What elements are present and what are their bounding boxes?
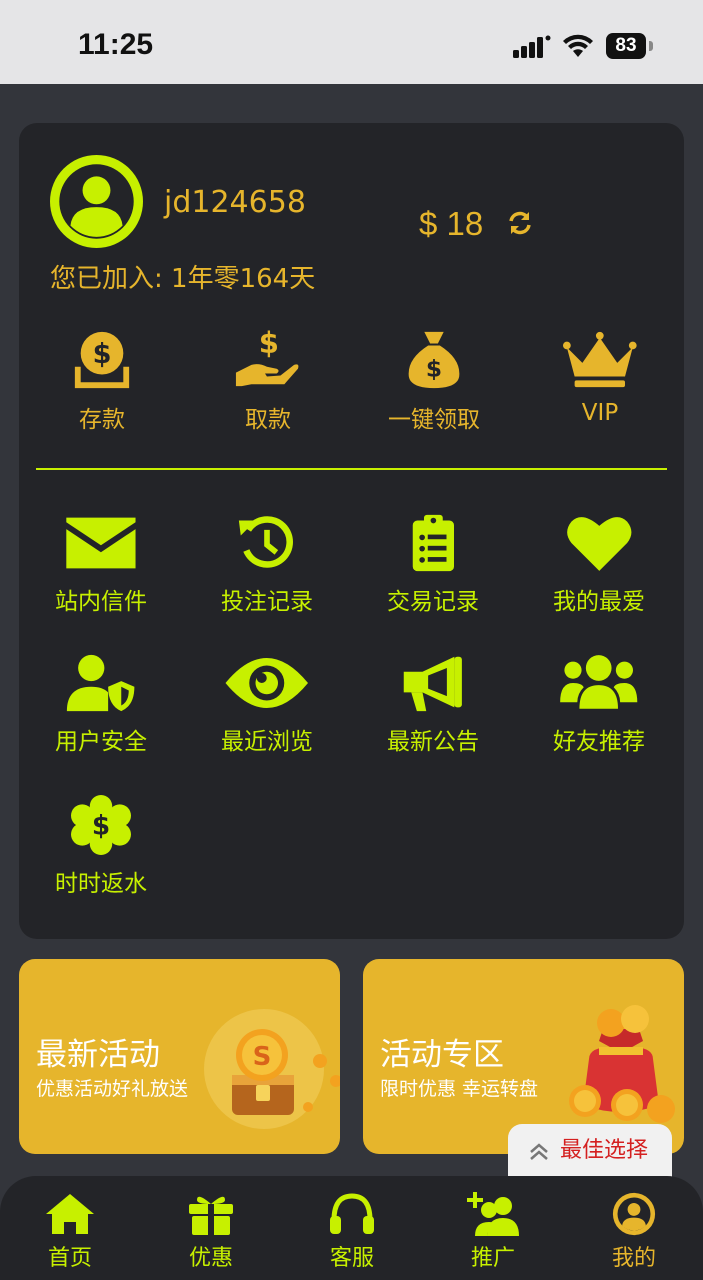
avatar-icon[interactable] <box>50 155 143 248</box>
profile-card: jd124658 您已加入: 1年零164天 $ 18 $ 存款 $ 取款 $ … <box>19 123 684 939</box>
user-circle-icon <box>612 1192 656 1236</box>
nav-profile-label: 我的 <box>611 1246 656 1271</box>
nav-referral-label: 推广 <box>470 1246 515 1271</box>
status-bar: 11:25 83 <box>0 0 703 84</box>
deposit-icon: $ <box>74 331 130 389</box>
announcements-button[interactable]: 最新公告 <box>358 653 508 756</box>
chevron-up-icon <box>530 1143 548 1160</box>
nav-home[interactable]: 首页 <box>25 1192 115 1272</box>
balance-amount: $ 18 <box>419 205 484 242</box>
section-divider <box>36 468 667 470</box>
withdraw-button[interactable]: $ 取款 <box>198 328 338 434</box>
eye-icon <box>225 658 309 708</box>
svg-text:$: $ <box>259 328 279 360</box>
vip-label: VIP <box>581 400 619 426</box>
treasure-chest-icon: S <box>204 1009 340 1129</box>
claim-all-label: 一键领取 <box>388 407 480 433</box>
user-shield-icon <box>67 654 135 712</box>
svg-text:$: $ <box>93 339 112 370</box>
svg-text:$: $ <box>92 811 110 841</box>
inbox-label: 站内信件 <box>55 589 147 615</box>
transaction-history-button[interactable]: 交易记录 <box>358 513 508 616</box>
favorites-label: 我的最爱 <box>553 589 645 615</box>
bet-history-label: 投注记录 <box>221 589 313 615</box>
transaction-history-label: 交易记录 <box>387 589 479 615</box>
svg-text:$: $ <box>426 355 442 382</box>
refer-friends-button[interactable]: 好友推荐 <box>524 653 674 756</box>
announcements-label: 最新公告 <box>387 729 479 755</box>
clipboard-icon <box>412 514 454 572</box>
heart-icon <box>566 517 632 571</box>
instant-rebate-button[interactable]: $ 时时返水 <box>26 795 176 898</box>
promo-title: 活动专区 <box>380 1037 504 1073</box>
nav-home-label: 首页 <box>47 1246 92 1271</box>
gift-icon <box>189 1196 233 1235</box>
favorites-button[interactable]: 我的最爱 <box>524 513 674 616</box>
nav-promotions-label: 优惠 <box>188 1246 233 1271</box>
history-icon <box>238 516 293 568</box>
recently-viewed-button[interactable]: 最近浏览 <box>192 653 342 756</box>
home-icon <box>46 1194 94 1234</box>
withdraw-icon: $ <box>236 328 299 387</box>
instant-rebate-label: 时时返水 <box>55 871 147 897</box>
refer-friends-label: 好友推荐 <box>553 729 645 755</box>
crown-icon <box>563 331 637 388</box>
promo-card-latest-events[interactable]: 最新活动 优惠活动好礼放送 S <box>19 959 340 1154</box>
bet-history-button[interactable]: 投注记录 <box>192 513 342 616</box>
refresh-icon[interactable] <box>506 209 534 237</box>
user-plus-icon <box>467 1192 519 1236</box>
battery-cap <box>649 41 653 51</box>
claim-all-button[interactable]: $ 一键领取 <box>364 328 504 434</box>
username: jd124658 <box>164 185 306 220</box>
deposit-label: 存款 <box>79 407 125 433</box>
nav-support[interactable]: 客服 <box>307 1192 397 1272</box>
wifi-icon <box>563 34 593 57</box>
svg-text:S: S <box>253 1042 272 1072</box>
member-since: 您已加入: 1年零164天 <box>50 264 316 294</box>
money-bag-icon: $ <box>408 331 460 389</box>
withdraw-label: 取款 <box>245 407 291 433</box>
megaphone-icon <box>403 656 463 712</box>
mail-icon <box>66 517 136 569</box>
best-choice-button[interactable]: 最佳选择 <box>508 1124 672 1180</box>
best-choice-label: 最佳选择 <box>560 1138 649 1163</box>
deposit-button[interactable]: $ 存款 <box>32 328 172 434</box>
dollar-badge-icon: $ <box>71 795 131 855</box>
promo-subtitle: 限时优惠 幸运转盘 <box>380 1078 539 1100</box>
bottom-nav: 首页 优惠 客服 推广 我的 <box>0 1176 703 1280</box>
status-time: 11:25 <box>78 28 154 61</box>
users-icon <box>560 655 638 709</box>
vip-button[interactable]: VIP <box>530 328 670 426</box>
lucky-bag-icon <box>569 1005 675 1123</box>
recently-viewed-label: 最近浏览 <box>221 729 313 755</box>
cellular-signal-icon <box>513 35 551 58</box>
nav-support-label: 客服 <box>329 1246 374 1271</box>
promo-subtitle: 优惠活动好礼放送 <box>36 1078 189 1100</box>
nav-referral[interactable]: 推广 <box>448 1192 538 1272</box>
promo-title: 最新活动 <box>36 1037 160 1073</box>
inbox-button[interactable]: 站内信件 <box>26 513 176 616</box>
headset-icon <box>330 1193 374 1234</box>
account-security-label: 用户安全 <box>55 729 147 755</box>
nav-profile[interactable]: 我的 <box>589 1192 679 1272</box>
account-security-button[interactable]: 用户安全 <box>26 653 176 756</box>
nav-promotions[interactable]: 优惠 <box>166 1192 256 1272</box>
battery-level: 83 <box>606 33 646 59</box>
